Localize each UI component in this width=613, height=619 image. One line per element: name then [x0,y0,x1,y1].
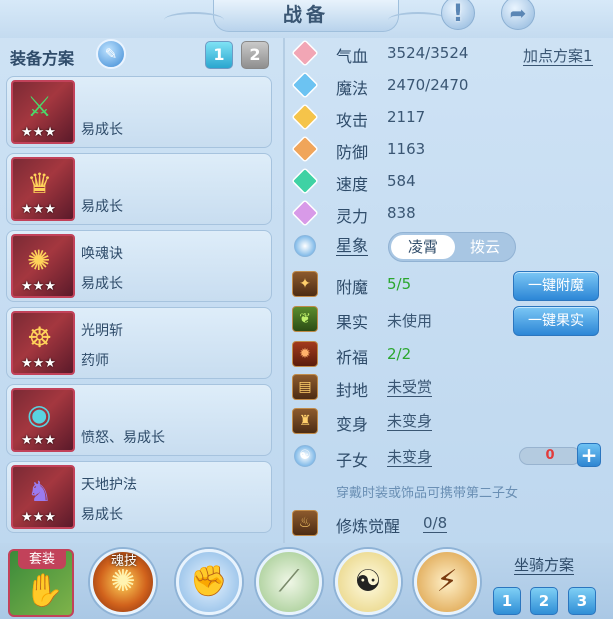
speed-icon [291,167,319,195]
constellation-label[interactable]: 星象 [336,237,369,256]
transform-icon: ♜ [292,408,318,434]
mount-plan-button-2[interactable]: 2 [530,587,558,615]
equipment-slot-4[interactable]: ☸ ★★★ 光明斩 药师 [6,307,272,379]
yinyang-icon: ☯ [354,564,382,599]
cultivation-icon: ♨ [292,510,318,536]
cultivation-value-link[interactable]: 0/8 [423,514,448,533]
equipment-slot-1[interactable]: ⚔ ★★★ 易成长 [6,76,272,148]
cultivation-row: ♨ 修炼觉醒 0/8 [292,510,612,536]
strike-icon: ⚡ [436,564,458,599]
weapon-icon: ⚔ ★★★ [11,80,75,144]
transform-row: ♜ 变身 未变身 [292,408,612,434]
equipment-name: 天地护法 [81,477,137,493]
sword-icon [291,103,319,131]
mount-plan-button-3[interactable]: 3 [568,587,596,615]
one-click-fruit-button[interactable]: 一键果实 [513,306,599,336]
child-icon: ☯ [294,445,316,467]
stat-defense: 防御 1163 [291,135,612,163]
fist-icon: ✊ [190,564,228,599]
blade-icon: ⟋ [278,564,300,599]
equipment-plan-label: 装备方案 [10,49,75,68]
toggle-option-lingxiao[interactable]: 凌霄 [391,235,455,259]
equipment-slot-2[interactable]: ♛ ★★★ 易成长 [6,153,272,225]
equipment-name: 光明斩 [81,323,123,339]
equipment-name: 唤魂诀 [81,246,123,262]
toggle-option-boyun[interactable]: 拨云 [455,235,515,259]
equipment-effect: 易成长 [81,199,123,215]
child-value-link[interactable]: 未变身 [387,448,433,467]
hand-icon: ✋ [24,571,64,609]
equipment-effect: 易成长 [81,122,123,138]
one-click-enchant-button[interactable]: 一键附魔 [513,271,599,301]
skill-slot-yinyang[interactable]: ☯ [335,549,401,615]
child-count: 0 [519,447,581,465]
mana-icon [291,71,319,99]
transform-value-link[interactable]: 未变身 [387,412,433,431]
fire-icon: ✺ [110,564,136,599]
boots-icon: ♞ ★★★ [11,465,75,529]
heart-icon [291,39,319,67]
equipment-effect: 药师 [81,353,109,369]
spirit-icon [291,199,319,227]
mount-plan-button-1[interactable]: 1 [493,587,521,615]
suit-label: 套装 [18,551,66,569]
soul-skill-slot[interactable]: 魂技 ✺ [90,549,156,615]
point-plan-link[interactable]: 加点方案1 [523,47,593,66]
shield-icon [291,135,319,163]
stat-spirit: 灵力 838 [291,199,612,227]
page-title: 战备 [164,0,448,32]
equipment-effect: 易成长 [81,276,123,292]
stat-speed: 速度 584 [291,167,612,195]
skill-slot-fist[interactable]: ✊ [176,549,242,615]
panel-divider [283,38,285,543]
helmet-icon: ♛ ★★★ [11,157,75,221]
skill-slot-blade[interactable]: ⟋ [256,549,322,615]
land-row: ▤ 封地 未受赏 [292,374,612,400]
stat-attack: 攻击 2117 [291,103,612,131]
necklace-icon: ✺ ★★★ [11,234,75,298]
add-child-button[interactable]: + [577,443,601,467]
equipment-slot-5[interactable]: ◉ ★★★ 愤怒、易成长 [6,384,272,456]
land-icon: ▤ [292,374,318,400]
blessing-icon: ✹ [292,341,318,367]
blessing-row: ✹ 祈福 2/2 [292,341,612,367]
star-icon [294,235,316,257]
skill-slot-strike[interactable]: ⚡ [414,549,480,615]
equipment-effect: 愤怒、易成长 [81,430,165,446]
suit-slot[interactable]: 套装 ✋ [8,549,74,617]
plan-button-1[interactable]: 1 [205,41,233,69]
mount-plan-label[interactable]: 坐骑方案 [514,556,575,575]
constellation-toggle[interactable]: 凌霄 拨云 [388,232,516,262]
stat-mp: 魔法 2470/2470 [291,71,612,99]
equipment-effect: 易成长 [81,507,123,523]
armor-icon: ☸ ★★★ [11,311,75,375]
fruit-icon: ❦ [292,306,318,332]
equipment-slot-6[interactable]: ♞ ★★★ 天地护法 易成长 [6,461,272,533]
plan-button-2[interactable]: 2 [241,41,269,69]
equipment-slot-3[interactable]: ✺ ★★★ 唤魂诀 易成长 [6,230,272,302]
child-hint-text: 穿戴时装或饰品可携带第二子女 [336,486,519,501]
land-value-link[interactable]: 未受赏 [387,378,433,397]
edit-pencil-icon[interactable]: ✎ [96,39,126,69]
enchant-icon: ✦ [292,271,318,297]
belt-icon: ◉ ★★★ [11,388,75,452]
